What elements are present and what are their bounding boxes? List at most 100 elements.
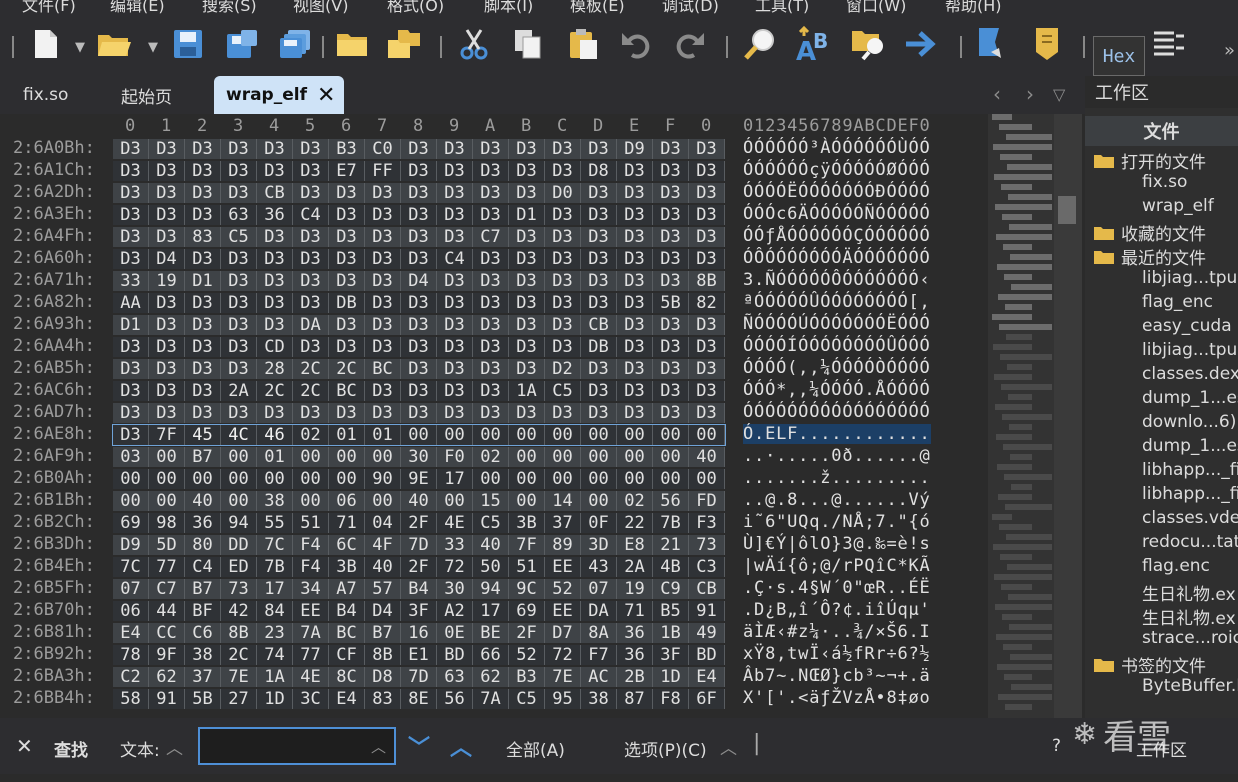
ascii-text[interactable]: ÑÓÓÓÓÚÓÓÓÓÓÓÓËÓÓÓ (743, 314, 931, 334)
hex-byte[interactable]: 38 (185, 645, 221, 665)
hex-byte[interactable]: 46 (257, 425, 293, 445)
hex-byte[interactable]: 00 (509, 447, 545, 467)
hex-byte[interactable]: D3 (545, 205, 581, 225)
hex-byte[interactable]: D3 (653, 403, 689, 423)
hex-byte[interactable]: C0 (365, 139, 401, 159)
hex-byte[interactable]: 17 (473, 601, 509, 621)
hex-byte[interactable]: D3 (545, 139, 581, 159)
hex-byte[interactable]: D9 (617, 139, 653, 159)
hex-byte[interactable]: D3 (293, 271, 329, 291)
hex-byte[interactable]: D3 (401, 403, 437, 423)
hex-byte[interactable]: 00 (653, 447, 689, 467)
hex-byte[interactable]: 3B (329, 557, 365, 577)
hex-byte[interactable]: 00 (185, 469, 221, 489)
hex-row[interactable]: 2:6B1Bh: 00 00 40 00 38 00 06 00 40 00 15 00 14 00 02 56… (6, 490, 988, 512)
hex-byte[interactable]: D3 (437, 293, 473, 313)
hex-byte[interactable]: D3 (329, 249, 365, 269)
ascii-text[interactable]: ..@.8...@......Vý (743, 490, 931, 510)
hex-byte[interactable]: 00 (581, 447, 617, 467)
hex-byte[interactable]: 8E (401, 689, 437, 709)
hex-byte[interactable]: B7 (185, 447, 221, 467)
hex-byte[interactable]: D3 (221, 161, 257, 181)
hex-byte[interactable]: 3F (653, 645, 689, 665)
hex-byte[interactable]: D3 (401, 381, 437, 401)
hex-byte[interactable]: D3 (437, 161, 473, 181)
hex-byte[interactable]: 00 (293, 447, 329, 467)
hex-byte[interactable]: D3 (401, 139, 437, 159)
hex-byte[interactable]: C5 (221, 227, 257, 247)
hex-byte[interactable]: CD (257, 337, 293, 357)
hex-byte[interactable]: 45 (185, 425, 221, 445)
hex-byte[interactable]: D3 (581, 139, 617, 159)
hex-byte[interactable]: D7 (545, 623, 581, 643)
hex-byte[interactable]: 00 (437, 425, 473, 445)
hex-byte[interactable]: CF (329, 645, 365, 665)
hex-byte[interactable]: D3 (653, 271, 689, 291)
hex-byte[interactable]: 00 (545, 447, 581, 467)
hex-byte[interactable]: D3 (185, 337, 221, 357)
tab-wrap-elf[interactable]: wrap_elf ✕ (214, 76, 344, 114)
hex-byte[interactable]: D3 (689, 183, 725, 203)
hex-byte[interactable]: D8 (365, 667, 401, 687)
hex-byte[interactable]: 72 (545, 645, 581, 665)
hex-byte[interactable]: D3 (617, 227, 653, 247)
hex-byte[interactable]: 57 (365, 579, 401, 599)
hex-byte[interactable]: D3 (149, 139, 185, 159)
hex-byte[interactable]: D3 (437, 315, 473, 335)
hex-byte[interactable]: 2F (401, 513, 437, 533)
hex-byte[interactable]: 7C (113, 557, 149, 577)
hex-byte[interactable]: 1A (509, 381, 545, 401)
hex-byte[interactable]: D3 (221, 337, 257, 357)
find-options-button[interactable]: 选项(P)(C) (624, 736, 707, 761)
hex-byte[interactable]: D3 (653, 139, 689, 159)
hex-byte[interactable]: D3 (581, 227, 617, 247)
hex-byte[interactable]: D3 (149, 161, 185, 181)
hex-byte[interactable]: D3 (185, 139, 221, 159)
hex-byte[interactable]: 9E (401, 469, 437, 489)
hex-byte[interactable]: D3 (581, 249, 617, 269)
hex-byte[interactable]: D3 (365, 337, 401, 357)
hex-byte[interactable]: D3 (473, 293, 509, 313)
hex-byte[interactable]: 43 (581, 557, 617, 577)
hex-byte[interactable]: 77 (149, 557, 185, 577)
hex-byte[interactable]: 36 (617, 645, 653, 665)
hex-byte[interactable]: DD (221, 535, 257, 555)
hex-byte[interactable]: 36 (185, 513, 221, 533)
hex-byte[interactable]: D3 (617, 359, 653, 379)
hex-byte[interactable]: D3 (185, 403, 221, 423)
hex-byte[interactable]: D3 (653, 337, 689, 357)
hex-byte[interactable]: D3 (149, 381, 185, 401)
tab-start-page[interactable]: 起始页 (121, 76, 172, 114)
menu-item[interactable]: 调试(D) (662, 0, 719, 16)
hex-byte[interactable]: 00 (509, 425, 545, 445)
hex-byte[interactable]: 21 (653, 535, 689, 555)
hex-byte[interactable]: D3 (185, 161, 221, 181)
hex-byte[interactable]: 74 (257, 645, 293, 665)
hex-byte[interactable]: 00 (149, 469, 185, 489)
hex-byte[interactable]: 00 (689, 469, 725, 489)
hex-byte[interactable]: 91 (149, 689, 185, 709)
panel-file-item[interactable]: classes.dex (1142, 364, 1238, 384)
hex-byte[interactable]: 83 (365, 689, 401, 709)
hex-byte[interactable]: D1 (185, 271, 221, 291)
hex-byte[interactable]: D3 (581, 271, 617, 291)
hex-byte[interactable]: D3 (257, 271, 293, 291)
panel-group[interactable]: 书签的文件 (1093, 652, 1206, 677)
panel-file-item[interactable]: dump_1...es (1142, 388, 1238, 408)
hex-byte[interactable]: 62 (149, 667, 185, 687)
hex-byte[interactable]: D3 (293, 161, 329, 181)
hex-byte[interactable]: D3 (437, 381, 473, 401)
menu-item[interactable]: 帮助(H) (945, 0, 1002, 16)
hex-byte[interactable]: 5B (185, 689, 221, 709)
hex-byte[interactable]: D3 (329, 227, 365, 247)
hex-byte[interactable]: 00 (617, 447, 653, 467)
hex-byte[interactable]: D3 (653, 315, 689, 335)
hex-byte[interactable]: D3 (545, 315, 581, 335)
hex-byte[interactable]: B4 (401, 579, 437, 599)
hex-byte[interactable]: BD (689, 645, 725, 665)
minimap[interactable] (988, 114, 1054, 718)
hex-byte[interactable]: 2C (293, 381, 329, 401)
hex-byte[interactable]: 00 (581, 469, 617, 489)
hex-byte[interactable]: D3 (221, 403, 257, 423)
hex-byte[interactable]: BC (329, 381, 365, 401)
